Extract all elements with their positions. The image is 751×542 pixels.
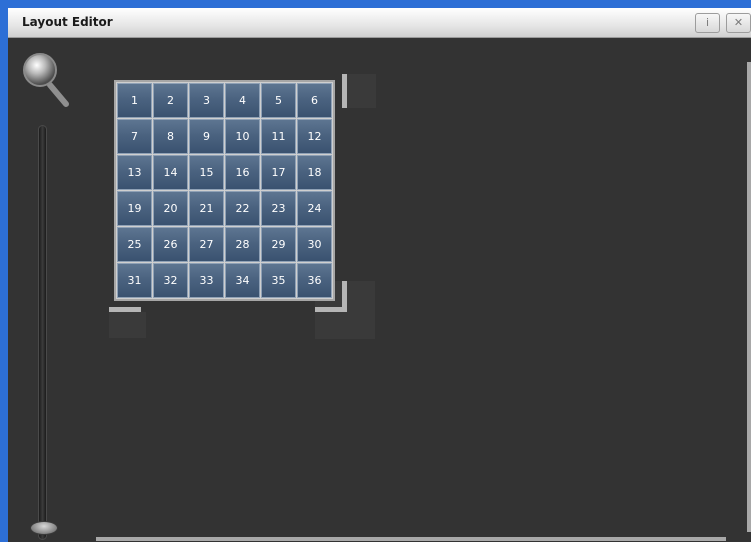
grid-cell[interactable]: 32 <box>153 263 188 298</box>
resize-handle-bottom-left[interactable] <box>109 307 141 312</box>
grid-cell[interactable]: 6 <box>297 83 332 118</box>
resize-handle-shadow <box>109 312 146 338</box>
magnifier-icon[interactable] <box>22 52 70 108</box>
grid-cell[interactable]: 33 <box>189 263 224 298</box>
grid-cell[interactable]: 29 <box>261 227 296 262</box>
grid-cell[interactable]: 18 <box>297 155 332 190</box>
grid-cell[interactable]: 13 <box>117 155 152 190</box>
layout-editor-window: Layout Editor i ✕ 1 2 3 4 5 6 7 8 9 10 1… <box>8 8 751 542</box>
grid-cell[interactable]: 1 <box>117 83 152 118</box>
grid-cell[interactable]: 35 <box>261 263 296 298</box>
window-title: Layout Editor <box>22 15 113 29</box>
grid-cell[interactable]: 26 <box>153 227 188 262</box>
grid-cell[interactable]: 8 <box>153 119 188 154</box>
resize-handle-shadow <box>347 74 376 108</box>
resize-handle-bottom-right[interactable] <box>315 307 347 312</box>
grid-cell[interactable]: 7 <box>117 119 152 154</box>
grid-cell[interactable]: 4 <box>225 83 260 118</box>
grid-cell[interactable]: 10 <box>225 119 260 154</box>
fixture-grid: 1 2 3 4 5 6 7 8 9 10 11 12 13 14 15 16 1… <box>114 80 335 301</box>
grid-cell[interactable]: 28 <box>225 227 260 262</box>
grid-cell[interactable]: 15 <box>189 155 224 190</box>
grid-cell[interactable]: 22 <box>225 191 260 226</box>
grid-cell[interactable]: 14 <box>153 155 188 190</box>
vertical-scrollbar[interactable] <box>747 62 751 532</box>
grid-cell[interactable]: 16 <box>225 155 260 190</box>
grid-cell[interactable]: 12 <box>297 119 332 154</box>
grid-cell[interactable]: 30 <box>297 227 332 262</box>
info-button[interactable]: i <box>695 13 720 33</box>
grid-cell[interactable]: 20 <box>153 191 188 226</box>
grid-cell[interactable]: 11 <box>261 119 296 154</box>
grid-cell[interactable]: 24 <box>297 191 332 226</box>
zoom-slider-track[interactable] <box>38 125 47 540</box>
grid-cell[interactable]: 36 <box>297 263 332 298</box>
grid-cell[interactable]: 2 <box>153 83 188 118</box>
grid-cell[interactable]: 21 <box>189 191 224 226</box>
grid-cell[interactable]: 34 <box>225 263 260 298</box>
zoom-slider-handle[interactable] <box>30 521 58 535</box>
grid-cell[interactable]: 19 <box>117 191 152 226</box>
grid-cell[interactable]: 5 <box>261 83 296 118</box>
resize-handle-top-right[interactable] <box>342 74 347 108</box>
grid-cell[interactable]: 23 <box>261 191 296 226</box>
grid-cell[interactable]: 3 <box>189 83 224 118</box>
grid-cell[interactable]: 25 <box>117 227 152 262</box>
grid-cell[interactable]: 31 <box>117 263 152 298</box>
horizontal-scrollbar[interactable] <box>96 537 726 541</box>
title-bar: Layout Editor i ✕ <box>8 8 751 38</box>
grid-cell[interactable]: 27 <box>189 227 224 262</box>
grid-cell[interactable]: 17 <box>261 155 296 190</box>
grid-cell[interactable]: 9 <box>189 119 224 154</box>
close-button[interactable]: ✕ <box>726 13 751 33</box>
